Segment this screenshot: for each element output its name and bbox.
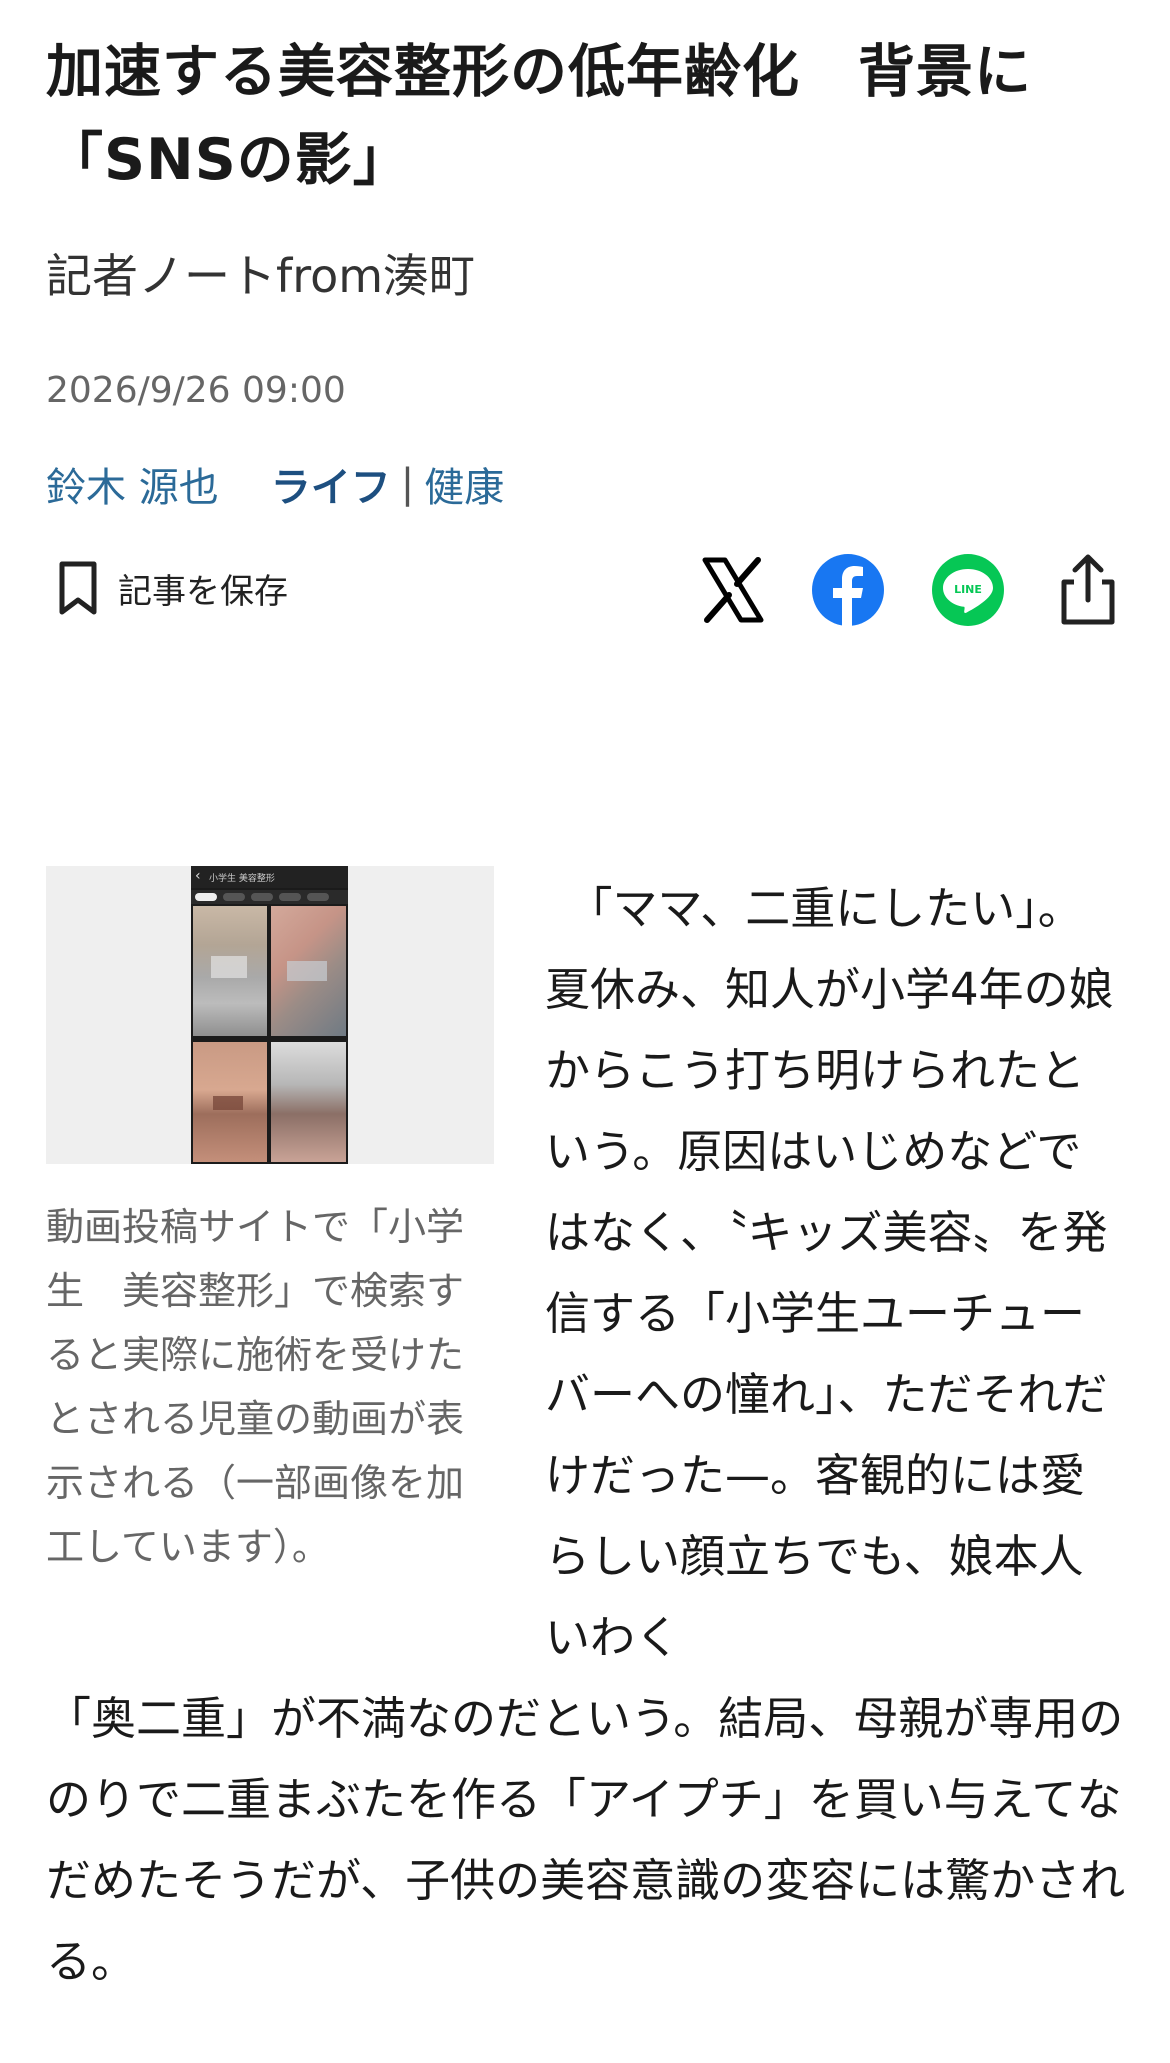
phone-screenshot-image: ‹ 小学生 美容整形 [191, 866, 348, 1164]
share-icon[interactable] [1050, 552, 1126, 628]
subcategory-link[interactable]: 健康 [424, 455, 504, 513]
publish-date: 2026/9/26 09:00 [46, 370, 346, 411]
article-body-paragraph: 「奥二重」が不満なのだという。結局、母親が専用ののりで二重まぶたを作る「アイプチ… [46, 1692, 1126, 1988]
save-article-button[interactable]: 記事を保存 [56, 560, 288, 616]
x-icon[interactable] [695, 552, 771, 628]
article-headline: 加速する美容整形の低年齢化 背景に「SNSの影」 [46, 39, 1032, 193]
svg-text:LINE: LINE [954, 583, 982, 596]
line-icon[interactable]: LINE [930, 552, 1006, 628]
photo-caption: 動画投稿サイトで「小学生 美容整形」で検索すると実際に施術を受けたとされる児童の… [46, 1205, 465, 1569]
category-separator: | [400, 461, 415, 507]
author-link[interactable]: 鈴木 源也 [46, 455, 219, 513]
series-title[interactable]: 記者ノートfrom湊町 [46, 240, 475, 306]
save-article-label: 記事を保存 [118, 571, 288, 612]
facebook-icon[interactable] [810, 552, 886, 628]
bookmark-icon [59, 561, 97, 615]
category-link[interactable]: ライフ [271, 455, 391, 513]
article-meta: 鈴木 源也 ライフ | 健康 [46, 455, 504, 513]
article-body-column: 「ママ、二重にしたい」。夏休み、知人が小学4年の娘からこう打ち明けられたという。… [545, 882, 1114, 1664]
phone-search-text: 小学生 美容整形 [209, 874, 275, 884]
article-photo[interactable]: ‹ 小学生 美容整形 [46, 866, 494, 1164]
phone-search-bar: ‹ 小学生 美容整形 [191, 866, 348, 888]
